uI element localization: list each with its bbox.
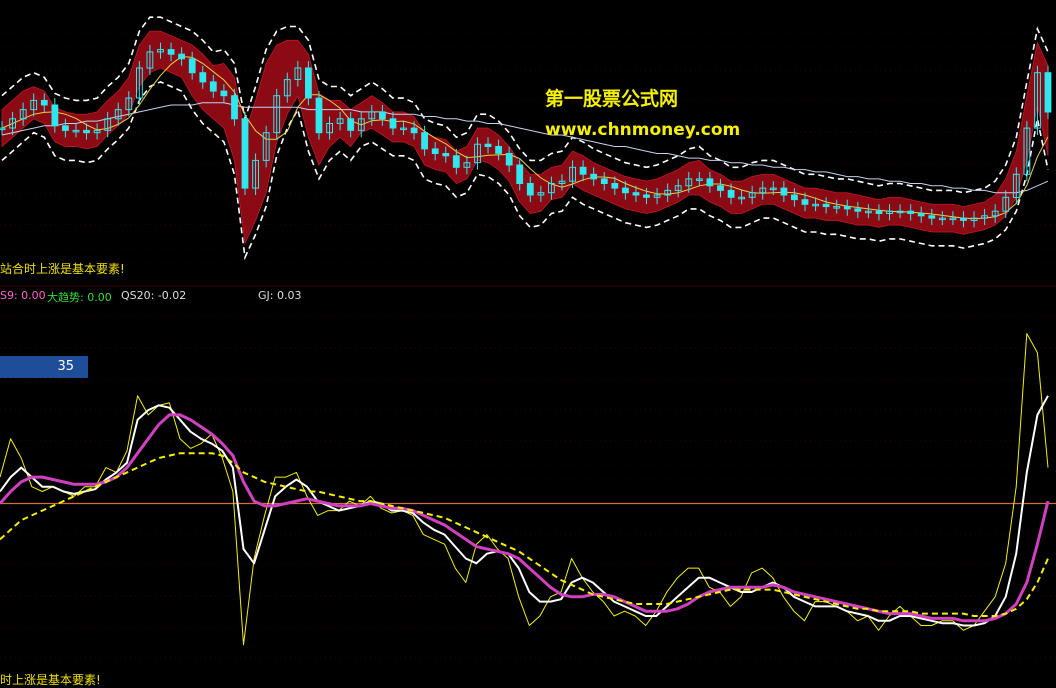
candle-body bbox=[305, 67, 312, 99]
candle-body bbox=[622, 187, 629, 194]
candle-body bbox=[442, 153, 450, 157]
candle-body bbox=[167, 49, 175, 55]
candle-body bbox=[315, 97, 323, 134]
magenta-oscillator-line bbox=[0, 413, 1050, 623]
candle-body bbox=[843, 206, 851, 210]
candle-body bbox=[379, 111, 386, 120]
candle-body bbox=[727, 189, 735, 198]
candle-body bbox=[484, 143, 492, 147]
candle-body bbox=[717, 185, 724, 191]
watermark-site-name: 第一股票公式网 bbox=[545, 88, 679, 110]
fast-oscillator-line bbox=[0, 333, 1049, 646]
candle-body bbox=[791, 194, 798, 201]
value-badge[interactable]: 35 bbox=[0, 356, 88, 378]
indicator-s9: S9: 0.00 bbox=[0, 289, 46, 302]
slow-oscillator-line bbox=[0, 452, 1049, 617]
candle-body bbox=[62, 125, 69, 131]
candle-body bbox=[452, 155, 460, 168]
indicator-qs20: QS20: -0.02 bbox=[121, 289, 187, 302]
candle-body bbox=[600, 178, 608, 184]
candle-body bbox=[643, 194, 650, 198]
candle-body bbox=[51, 104, 59, 127]
candle-body bbox=[199, 72, 207, 83]
candle-body bbox=[431, 148, 439, 154]
candle-body bbox=[241, 118, 249, 189]
candle-body bbox=[347, 118, 355, 131]
indicator-trend: 大趋势: 0.00 bbox=[47, 291, 112, 304]
candle-body bbox=[83, 129, 90, 134]
note-top: 站合时上涨是基本要素! bbox=[0, 262, 125, 276]
candle-body bbox=[40, 99, 48, 106]
candle-body bbox=[822, 203, 830, 208]
candle-body bbox=[611, 183, 619, 189]
candle-body bbox=[188, 58, 196, 74]
candle-body bbox=[421, 132, 429, 150]
candle-body bbox=[579, 166, 587, 175]
candle-body bbox=[516, 164, 524, 184]
candle-body bbox=[632, 192, 640, 196]
watermark-url: www.chnmoney.com bbox=[545, 120, 741, 140]
candle-body bbox=[389, 118, 397, 129]
candle-body bbox=[928, 215, 936, 219]
candle-body bbox=[780, 187, 788, 196]
white-oscillator-line bbox=[0, 395, 1049, 627]
candle-body bbox=[801, 199, 809, 205]
candle-body bbox=[960, 217, 967, 221]
candle-body bbox=[907, 210, 915, 214]
note-bottom: 时上涨是基本要素! bbox=[0, 673, 101, 687]
candle-body bbox=[231, 95, 238, 120]
indicator-gj: GJ: 0.03 bbox=[258, 289, 302, 302]
price-panel bbox=[0, 16, 1052, 261]
candle-body bbox=[917, 213, 925, 217]
candle-body bbox=[495, 146, 503, 154]
candle-body bbox=[410, 127, 418, 134]
candle-body bbox=[505, 153, 513, 166]
candle-body bbox=[526, 183, 534, 196]
candle-body bbox=[178, 53, 185, 60]
candle-body bbox=[706, 178, 714, 187]
candle-body bbox=[875, 210, 883, 214]
candle-body bbox=[209, 81, 217, 92]
stock-chart bbox=[0, 16, 1056, 659]
candle-body bbox=[590, 173, 598, 180]
oscillator-panel bbox=[0, 333, 1056, 646]
candle-body bbox=[1044, 72, 1052, 113]
candle-body bbox=[854, 208, 862, 212]
candle-body bbox=[220, 90, 228, 97]
